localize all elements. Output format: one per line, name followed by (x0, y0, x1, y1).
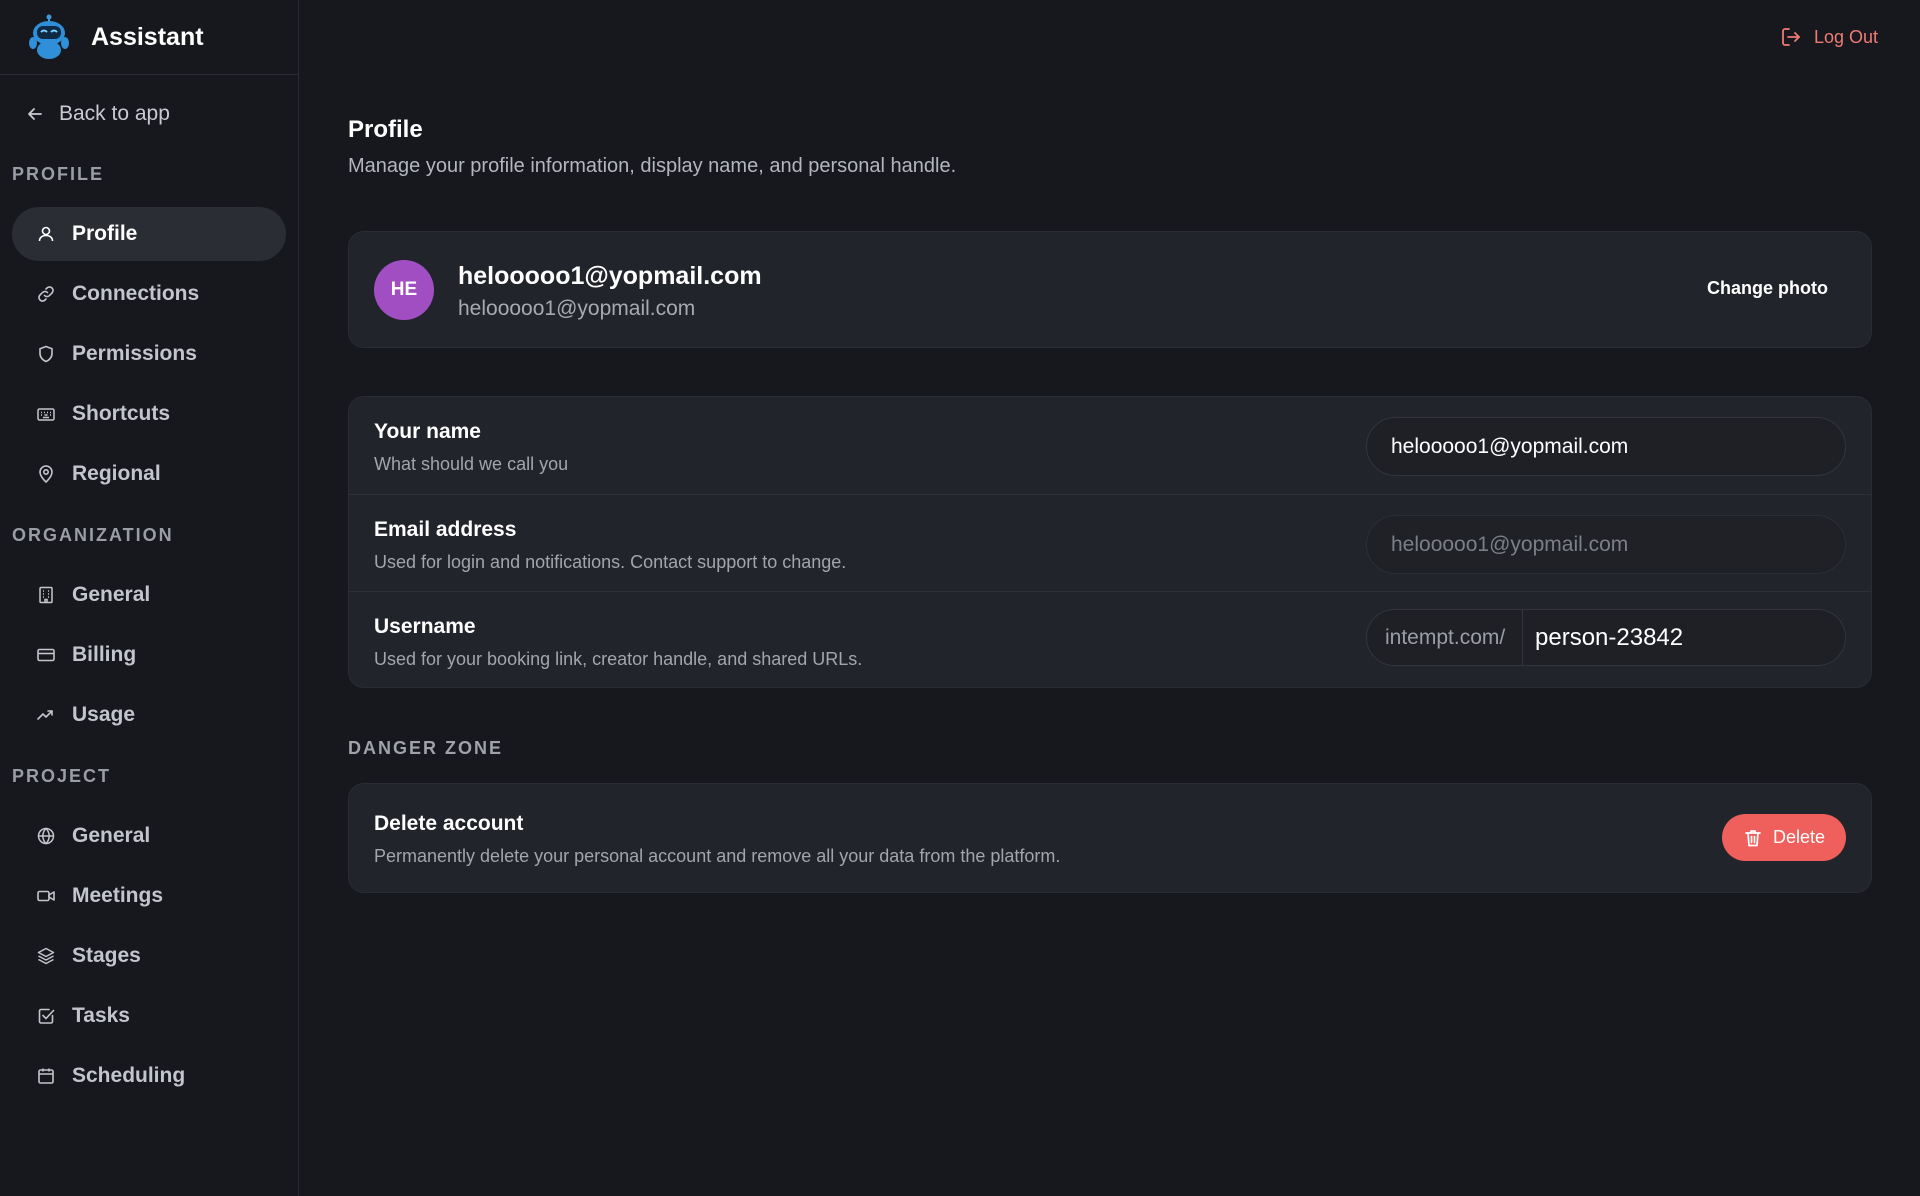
change-photo-button[interactable]: Change photo (1707, 278, 1828, 299)
keyboard-icon (37, 408, 55, 421)
logout-label: Log Out (1813, 26, 1878, 47)
logout-button[interactable]: Log Out (1780, 26, 1878, 48)
email-field-label: Email address (374, 518, 517, 541)
profile-email: helooooo1@yopmail.com (458, 297, 696, 320)
section-title-profile: PROFILE (12, 164, 105, 184)
sidebar-item-org-general[interactable]: General (12, 568, 286, 622)
sidebar-item-tasks[interactable]: Tasks (12, 989, 286, 1043)
sidebar: Assistant Back to app PROFILE Profile Co… (0, 0, 299, 1196)
delete-button-label: Delete (1772, 827, 1826, 847)
section-title-project: PROJECT (12, 766, 112, 786)
brand-name: Assistant (91, 22, 204, 51)
video-icon (37, 890, 55, 902)
user-icon (38, 226, 54, 242)
map-pin-icon (39, 465, 53, 484)
robot-logo-icon (29, 14, 69, 59)
sidebar-item-label: Connections (72, 282, 200, 305)
sidebar-item-shortcuts[interactable]: Shortcuts (12, 387, 286, 441)
sidebar-item-usage[interactable]: Usage (12, 688, 286, 742)
username-prefix: intempt.com/ (1367, 610, 1523, 665)
page-title: Profile (348, 116, 423, 143)
sidebar-item-scheduling[interactable]: Scheduling (12, 1049, 286, 1103)
name-field-help: What should we call you (374, 454, 569, 474)
credit-card-icon (37, 648, 55, 662)
sidebar-item-label: Stages (72, 944, 141, 967)
field-row-email: Email address Used for login and notific… (349, 494, 1871, 591)
username-input[interactable] (1523, 610, 1845, 665)
profile-card: HE helooooo1@yopmail.com helooooo1@yopma… (348, 231, 1872, 348)
log-out-icon (1782, 28, 1800, 46)
sidebar-item-label: Meetings (72, 884, 164, 907)
email-field-help: Used for login and notifications. Contac… (374, 552, 847, 572)
sidebar-item-project-general[interactable]: General (12, 809, 286, 863)
profile-fields-card: Your name What should we call you Email … (348, 396, 1872, 688)
building-icon (39, 586, 53, 604)
sidebar-item-meetings[interactable]: Meetings (12, 869, 286, 923)
danger-zone-card: Delete account Permanently delete your p… (348, 783, 1872, 893)
username-field-help: Used for your booking link, creator hand… (374, 649, 863, 669)
globe-icon (37, 827, 55, 845)
field-row-name: Your name What should we call you (349, 397, 1871, 494)
sidebar-item-label: Tasks (72, 1004, 130, 1027)
sidebar-item-billing[interactable]: Billing (12, 628, 286, 682)
username-field-label: Username (374, 615, 476, 638)
sidebar-item-label: Shortcuts (72, 402, 171, 425)
layers-icon (37, 947, 55, 965)
name-input[interactable] (1366, 417, 1846, 476)
back-to-app-link[interactable]: Back to app (0, 94, 298, 134)
field-row-username: Username Used for your booking link, cre… (349, 591, 1871, 688)
arrow-left-icon (28, 108, 42, 120)
trending-up-icon (37, 710, 53, 720)
sidebar-item-label: Usage (72, 703, 136, 726)
section-title-organization: ORGANIZATION (12, 525, 174, 545)
delete-account-label: Delete account (374, 812, 524, 835)
link-icon (38, 286, 54, 302)
sidebar-item-label: Billing (72, 643, 137, 666)
profile-display-name: helooooo1@yopmail.com (458, 262, 762, 290)
name-field-label: Your name (374, 420, 481, 443)
page-subtitle: Manage your profile information, display… (348, 155, 957, 177)
sidebar-item-regional[interactable]: Regional (12, 447, 286, 501)
sidebar-item-connections[interactable]: Connections (12, 267, 286, 321)
back-to-app-label: Back to app (59, 102, 170, 125)
avatar: HE (374, 260, 434, 320)
sidebar-item-profile[interactable]: Profile (12, 207, 286, 261)
check-square-icon (38, 1008, 55, 1024)
shield-icon (39, 345, 53, 363)
sidebar-item-label: Regional (72, 462, 161, 485)
sidebar-item-label: General (72, 824, 151, 847)
sidebar-item-label: Profile (72, 222, 138, 245)
sidebar-item-label: Scheduling (72, 1064, 186, 1087)
delete-account-help: Permanently delete your personal account… (374, 846, 1061, 866)
brand: Assistant (0, 0, 298, 75)
trash-icon (1745, 829, 1761, 846)
sidebar-item-label: Permissions (72, 342, 197, 365)
username-field: intempt.com/ (1366, 609, 1846, 666)
email-input (1366, 515, 1846, 574)
sidebar-item-stages[interactable]: Stages (12, 929, 286, 983)
sidebar-item-label: General (72, 583, 151, 606)
danger-zone-title: DANGER ZONE (348, 738, 504, 758)
delete-account-button[interactable]: Delete (1722, 814, 1846, 861)
sidebar-item-permissions[interactable]: Permissions (12, 327, 286, 381)
calendar-icon (38, 1068, 54, 1084)
